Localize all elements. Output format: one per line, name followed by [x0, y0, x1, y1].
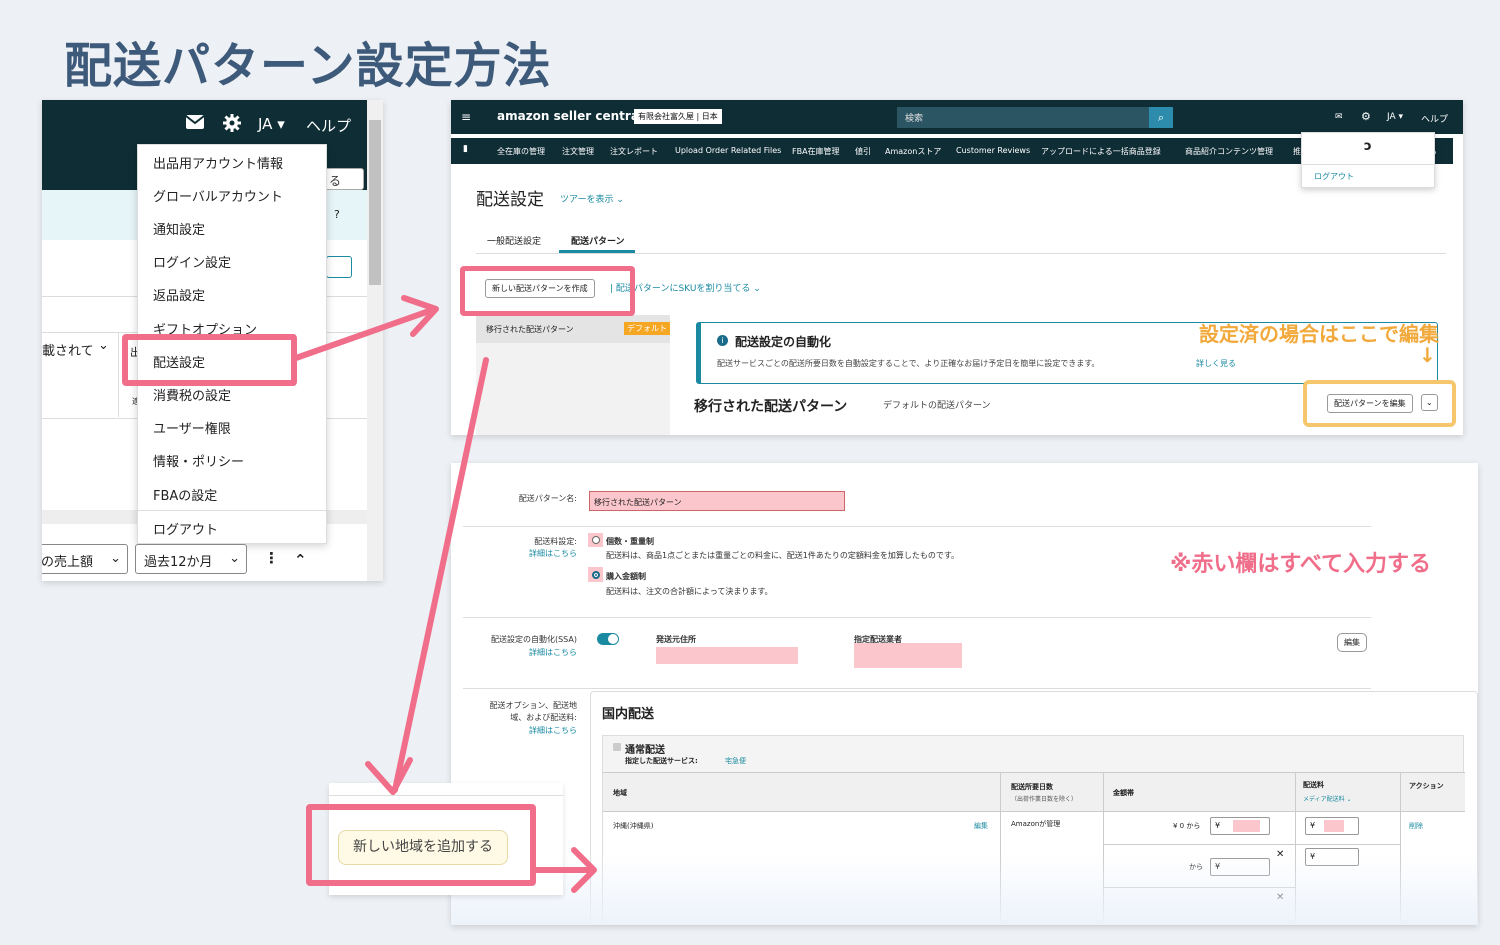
arrowhead [365, 757, 413, 795]
guide-arrows [293, 295, 597, 893]
arrow-to-add-region [392, 357, 489, 793]
